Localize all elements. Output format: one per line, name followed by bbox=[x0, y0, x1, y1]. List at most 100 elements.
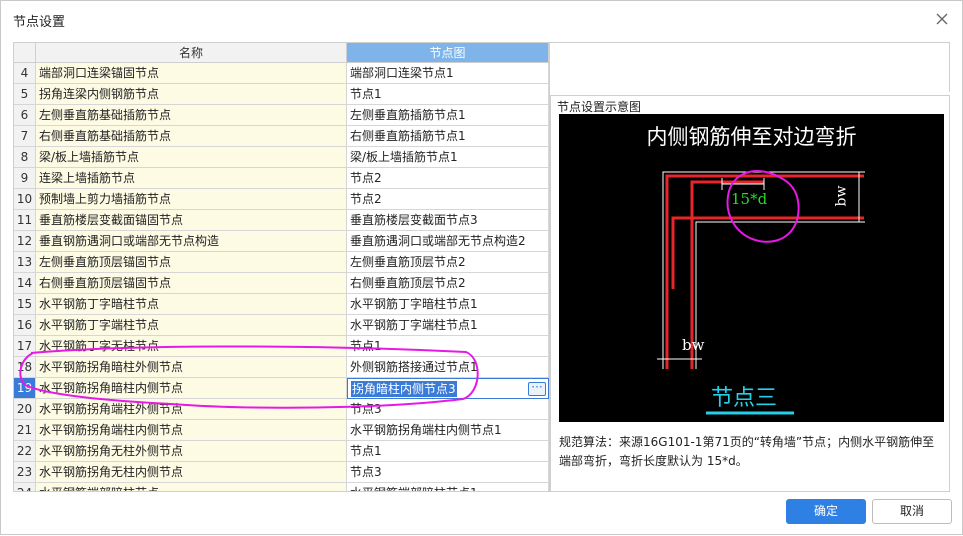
table-row[interactable]: 19 水平钢筋拐角暗柱内侧节点 拐角暗柱内侧节点3 ··· bbox=[14, 378, 549, 399]
row-name-cell[interactable]: 连梁上墙插筋节点 bbox=[36, 168, 347, 189]
row-node-cell[interactable]: 左侧垂直筋插筋节点1 bbox=[347, 105, 549, 126]
row-node-cell[interactable]: 节点2 bbox=[347, 168, 549, 189]
label-bw-right: bw bbox=[833, 185, 850, 207]
row-number[interactable]: 22 bbox=[14, 441, 36, 462]
row-name-cell[interactable]: 水平钢筋拐角无柱外侧节点 bbox=[36, 441, 347, 462]
row-number[interactable]: 16 bbox=[14, 315, 36, 336]
table-row[interactable]: 18 水平钢筋拐角暗柱外侧节点 外侧钢筋搭接通过节点1 bbox=[14, 357, 549, 378]
right-empty-panel bbox=[550, 42, 950, 92]
row-name-cell[interactable]: 垂直钢筋遇洞口或端部无节点构造 bbox=[36, 231, 347, 252]
row-node-cell[interactable]: 节点3 bbox=[347, 399, 549, 420]
row-name-cell[interactable]: 左侧垂直筋顶层锚固节点 bbox=[36, 252, 347, 273]
row-node-cell[interactable]: 左侧垂直筋顶层节点2 bbox=[347, 252, 549, 273]
row-node-cell[interactable]: 水平钢筋拐角端柱内侧节点1 bbox=[347, 420, 549, 441]
row-name-cell[interactable]: 水平钢筋拐角暗柱内侧节点 bbox=[36, 378, 347, 399]
row-number[interactable]: 14 bbox=[14, 273, 36, 294]
row-name-cell[interactable]: 预制墙上剪力墙插筋节点 bbox=[36, 189, 347, 210]
row-number[interactable]: 23 bbox=[14, 462, 36, 483]
table-row[interactable]: 14 右侧垂直筋顶层锚固节点 右侧垂直筋顶层节点2 bbox=[14, 273, 549, 294]
row-number[interactable]: 19 bbox=[14, 378, 36, 399]
row-number[interactable]: 9 bbox=[14, 168, 36, 189]
row-node-cell[interactable]: 外侧钢筋搭接通过节点1 bbox=[347, 357, 549, 378]
row-number[interactable]: 17 bbox=[14, 336, 36, 357]
table-row[interactable]: 24水平钢筋端部暗柱节点水平钢筋端部暗柱节点1 bbox=[14, 483, 549, 491]
node-select-ellipsis-button[interactable]: ··· bbox=[528, 381, 546, 396]
header-name[interactable]: 名称 bbox=[36, 43, 347, 63]
table-row[interactable]: 23 水平钢筋拐角无柱内侧节点 节点3 bbox=[14, 462, 549, 483]
table-row[interactable]: 9 连梁上墙插筋节点 节点2 bbox=[14, 168, 549, 189]
rule-description: 规范算法：来源16G101-1第71页的“转角墙”节点；内侧水平钢筋伸至端部弯折… bbox=[559, 435, 935, 468]
header-node-diagram[interactable]: 节点图 bbox=[347, 43, 549, 63]
table-row[interactable]: 21 水平钢筋拐角端柱内侧节点 水平钢筋拐角端柱内侧节点1 bbox=[14, 420, 549, 441]
table-row[interactable]: 7 右侧垂直筋基础插筋节点 右侧垂直筋插筋节点1 bbox=[14, 126, 549, 147]
label-bw-bottom: bw bbox=[682, 336, 705, 354]
cancel-button[interactable]: 取消 bbox=[872, 499, 952, 524]
table-row[interactable]: 5 拐角连梁内侧钢筋节点 节点1 bbox=[14, 84, 549, 105]
row-node-cell[interactable]: 垂直筋楼层变截面节点3 bbox=[347, 210, 549, 231]
table-row[interactable]: 4 端部洞口连梁锚固节点 端部洞口连梁节点1 bbox=[14, 63, 549, 84]
row-node-cell[interactable]: 水平钢筋丁字端柱节点1 bbox=[347, 315, 549, 336]
row-number[interactable]: 11 bbox=[14, 210, 36, 231]
row-name-cell[interactable]: 水平钢筋拐角端柱内侧节点 bbox=[36, 420, 347, 441]
row-name-cell[interactable]: 水平钢筋端部暗柱节点 bbox=[36, 483, 347, 491]
row-node-cell[interactable]: 右侧垂直筋顶层节点2 bbox=[347, 273, 549, 294]
row-node-cell[interactable]: 拐角暗柱内侧节点3 ··· bbox=[347, 378, 549, 399]
preview-label: 节点设置示意图 bbox=[557, 100, 642, 114]
row-number[interactable]: 21 bbox=[14, 420, 36, 441]
table-row[interactable]: 8 梁/板上墙插筋节点 梁/板上墙插筋节点1 bbox=[14, 147, 549, 168]
table-row[interactable]: 11 垂直筋楼层变截面锚固节点 垂直筋楼层变截面节点3 bbox=[14, 210, 549, 231]
close-icon bbox=[936, 13, 948, 25]
row-name-cell[interactable]: 垂直筋楼层变截面锚固节点 bbox=[36, 210, 347, 231]
node-edit-value[interactable]: 拐角暗柱内侧节点3 bbox=[351, 381, 457, 397]
row-number[interactable]: 18 bbox=[14, 357, 36, 378]
table-row[interactable]: 15 水平钢筋丁字暗柱节点 水平钢筋丁字暗柱节点1 bbox=[14, 294, 549, 315]
row-name-cell[interactable]: 梁/板上墙插筋节点 bbox=[36, 147, 347, 168]
table-row[interactable]: 16 水平钢筋丁字端柱节点 水平钢筋丁字端柱节点1 bbox=[14, 315, 549, 336]
dialog-title: 节点设置 bbox=[13, 15, 66, 30]
row-node-cell[interactable]: 垂直筋遇洞口或端部无节点构造2 bbox=[347, 231, 549, 252]
row-node-cell[interactable]: 梁/板上墙插筋节点1 bbox=[347, 147, 549, 168]
row-name-cell[interactable]: 水平钢筋丁字暗柱节点 bbox=[36, 294, 347, 315]
row-name-cell[interactable]: 水平钢筋丁字无柱节点 bbox=[36, 336, 347, 357]
node-diagram: 内侧钢筋伸至对边弯折 15*d bw bw 节点三 bbox=[559, 114, 944, 422]
table-row[interactable]: 20 水平钢筋拐角端柱外侧节点 节点3 bbox=[14, 399, 549, 420]
row-number[interactable]: 7 bbox=[14, 126, 36, 147]
row-name-cell[interactable]: 水平钢筋丁字端柱节点 bbox=[36, 315, 347, 336]
table-row[interactable]: 17 水平钢筋丁字无柱节点 节点1 bbox=[14, 336, 549, 357]
close-button[interactable] bbox=[932, 9, 952, 29]
row-number[interactable]: 13 bbox=[14, 252, 36, 273]
row-name-cell[interactable]: 水平钢筋拐角暗柱外侧节点 bbox=[36, 357, 347, 378]
row-node-cell[interactable]: 水平钢筋丁字暗柱节点1 bbox=[347, 294, 549, 315]
title-bar: 节点设置 bbox=[1, 1, 962, 39]
row-name-cell[interactable]: 左侧垂直筋基础插筋节点 bbox=[36, 105, 347, 126]
row-node-cell[interactable]: 水平钢筋端部暗柱节点1 bbox=[347, 483, 549, 491]
row-name-cell[interactable]: 端部洞口连梁锚固节点 bbox=[36, 63, 347, 84]
row-node-cell[interactable]: 节点2 bbox=[347, 189, 549, 210]
row-number[interactable]: 8 bbox=[14, 147, 36, 168]
row-name-cell[interactable]: 拐角连梁内侧钢筋节点 bbox=[36, 84, 347, 105]
row-node-cell[interactable]: 节点1 bbox=[347, 441, 549, 462]
row-node-cell[interactable]: 端部洞口连梁节点1 bbox=[347, 63, 549, 84]
row-node-cell[interactable]: 节点3 bbox=[347, 462, 549, 483]
row-name-cell[interactable]: 右侧垂直筋基础插筋节点 bbox=[36, 126, 347, 147]
row-number[interactable]: 4 bbox=[14, 63, 36, 84]
row-node-cell[interactable]: 节点1 bbox=[347, 84, 549, 105]
row-number[interactable]: 6 bbox=[14, 105, 36, 126]
row-number[interactable]: 10 bbox=[14, 189, 36, 210]
row-number[interactable]: 12 bbox=[14, 231, 36, 252]
table-row[interactable]: 13 左侧垂直筋顶层锚固节点 左侧垂直筋顶层节点2 bbox=[14, 252, 549, 273]
table-row[interactable]: 22 水平钢筋拐角无柱外侧节点 节点1 bbox=[14, 441, 549, 462]
row-number[interactable]: 20 bbox=[14, 399, 36, 420]
row-number[interactable]: 24 bbox=[14, 483, 36, 491]
row-name-cell[interactable]: 水平钢筋拐角端柱外侧节点 bbox=[36, 399, 347, 420]
ok-button[interactable]: 确定 bbox=[786, 499, 866, 524]
row-name-cell[interactable]: 水平钢筋拐角无柱内侧节点 bbox=[36, 462, 347, 483]
row-node-cell[interactable]: 右侧垂直筋插筋节点1 bbox=[347, 126, 549, 147]
row-name-cell[interactable]: 右侧垂直筋顶层锚固节点 bbox=[36, 273, 347, 294]
table-row[interactable]: 12 垂直钢筋遇洞口或端部无节点构造 垂直筋遇洞口或端部无节点构造2 bbox=[14, 231, 549, 252]
row-number[interactable]: 5 bbox=[14, 84, 36, 105]
row-number[interactable]: 15 bbox=[14, 294, 36, 315]
table-row[interactable]: 6 左侧垂直筋基础插筋节点 左侧垂直筋插筋节点1 bbox=[14, 105, 549, 126]
row-node-cell[interactable]: 节点1 bbox=[347, 336, 549, 357]
table-row[interactable]: 10 预制墙上剪力墙插筋节点 节点2 bbox=[14, 189, 549, 210]
